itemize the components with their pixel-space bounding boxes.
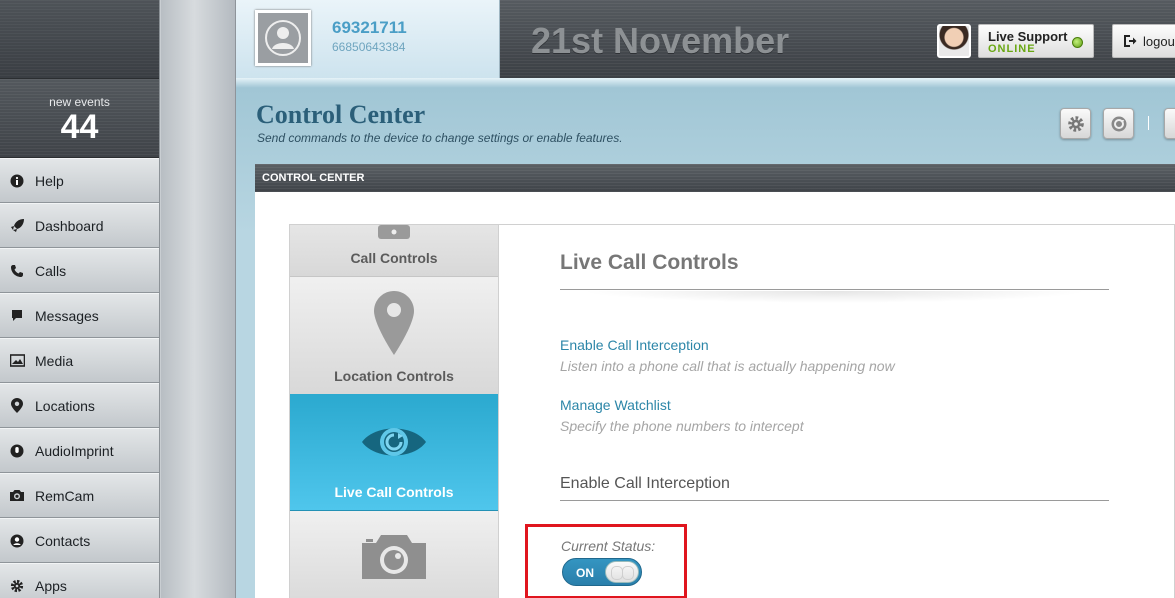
settings-button[interactable] [1060, 108, 1091, 139]
sidebar-item-remcam[interactable]: RemCam [0, 473, 159, 518]
sidebar-item-label: Help [35, 172, 64, 189]
avatar [255, 10, 311, 66]
sidebar-item-label: Apps [35, 577, 67, 594]
sidebar-item-apps[interactable]: Apps [0, 563, 159, 598]
info-icon [9, 173, 25, 189]
rocket-icon [9, 218, 25, 234]
divider [560, 500, 1109, 501]
content-title: Live Call Controls [560, 251, 739, 274]
section-title: Enable Call Interception [560, 475, 730, 492]
toggle-knob[interactable] [605, 561, 639, 583]
toolbar-extra-button[interactable] [1164, 108, 1175, 139]
camera-icon [9, 488, 25, 504]
sidebar-item-calls[interactable]: Calls [0, 248, 159, 293]
online-status-icon [1072, 37, 1083, 48]
toggle-state-label: ON [576, 566, 594, 580]
new-events-counter[interactable]: new events 44 [0, 79, 159, 158]
speech-bubble-icon [9, 308, 25, 324]
panel-header: CONTROL CENTER [255, 164, 1175, 192]
current-date: 21st November [531, 20, 790, 61]
phone-icon [378, 225, 410, 239]
page-title: Control Center [256, 100, 426, 129]
new-events-count: 44 [60, 108, 99, 146]
camera-icon [362, 535, 426, 579]
sidebar-item-media[interactable]: Media [0, 338, 159, 383]
live-support-button[interactable]: Live Support ONLINE [978, 24, 1094, 58]
sidebar-item-help[interactable]: Help [0, 158, 159, 203]
sidebar: new events 44 Help Dashboard Calls Messa… [0, 0, 160, 598]
gear-icon [9, 578, 25, 594]
control-center-panel: Call Controls Location Controls Live Cal… [255, 192, 1175, 598]
sidebar-nav: Help Dashboard Calls Messages Media Loca… [0, 158, 159, 598]
account-phone: 66850643384 [332, 40, 406, 54]
sidebar-item-messages[interactable]: Messages [0, 293, 159, 338]
logout-button[interactable]: logou [1112, 24, 1175, 58]
tab-location-controls[interactable]: Location Controls [290, 277, 498, 395]
sidebar-item-contacts[interactable]: Contacts [0, 518, 159, 563]
contacts-icon [9, 533, 25, 549]
sidebar-top [0, 0, 159, 79]
sidebar-item-label: Dashboard [35, 217, 104, 234]
sidebar-gutter [161, 0, 236, 598]
tab-label: Live Call Controls [334, 484, 454, 500]
enable-call-interception-link[interactable]: Enable Call Interception [560, 337, 709, 353]
eye-icon [362, 428, 426, 456]
page-subtitle: Send commands to the device to change se… [257, 131, 623, 145]
phone-icon [9, 263, 25, 279]
logout-icon [1124, 35, 1137, 47]
tab-camera-controls[interactable] [290, 511, 498, 598]
new-events-label: new events [49, 95, 110, 109]
sidebar-item-label: Contacts [35, 532, 91, 549]
support-agent-photo[interactable] [937, 24, 971, 58]
sidebar-item-label: Locations [35, 397, 95, 414]
tab-call-controls[interactable]: Call Controls [290, 225, 498, 277]
sidebar-item-label: Messages [35, 307, 99, 324]
top-bar: 69321711 66850643384 21st November Live … [236, 0, 1175, 78]
sidebar-item-label: Calls [35, 262, 67, 279]
toolbar-divider [1148, 116, 1149, 130]
map-pin-icon [9, 398, 25, 414]
gear-icon [1067, 115, 1084, 132]
user-silhouette-icon [265, 20, 301, 56]
microphone-icon [9, 443, 25, 459]
account-id: 69321711 [332, 18, 407, 37]
sidebar-item-locations[interactable]: Locations [0, 383, 159, 428]
highlight-box: Current Status: ON [525, 524, 687, 598]
tab-live-call-controls[interactable]: Live Call Controls [290, 394, 498, 511]
call-interception-toggle[interactable]: ON [562, 558, 642, 586]
divider [560, 289, 1109, 290]
sidebar-item-dashboard[interactable]: Dashboard [0, 203, 159, 248]
sidebar-item-audioimprint[interactable]: AudioImprint [0, 428, 159, 473]
enable-call-interception-desc: Listen into a phone call that is actuall… [560, 358, 895, 374]
image-icon [9, 353, 25, 369]
tab-content: Live Call Controls Enable Call Intercept… [499, 224, 1175, 598]
control-tabs: Call Controls Location Controls Live Cal… [289, 224, 499, 598]
sidebar-item-label: RemCam [35, 487, 95, 504]
sidebar-item-label: Media [35, 352, 74, 369]
logout-label: logou [1143, 33, 1175, 49]
tab-label: Call Controls [350, 250, 438, 266]
manage-watchlist-desc: Specify the phone numbers to intercept [560, 418, 804, 434]
manage-watchlist-link[interactable]: Manage Watchlist [560, 397, 671, 413]
refresh-button[interactable] [1103, 108, 1134, 139]
account-panel[interactable]: 69321711 66850643384 [236, 0, 500, 78]
sidebar-item-label: AudioImprint [35, 442, 114, 459]
map-pin-icon [374, 291, 414, 355]
tab-label: Location Controls [334, 368, 454, 384]
main-area: Control Center Send commands to the devi… [236, 78, 1175, 598]
current-status-label: Current Status: [561, 538, 656, 554]
refresh-icon [1111, 116, 1126, 131]
